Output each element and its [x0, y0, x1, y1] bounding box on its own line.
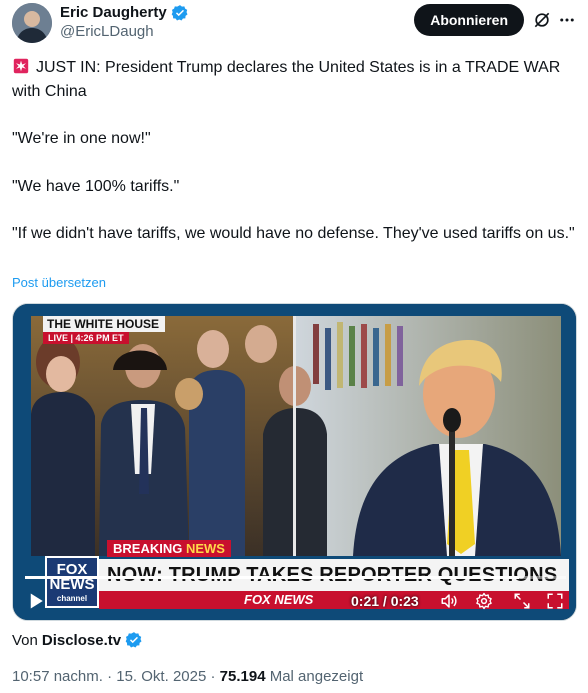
tweet-line-1-text: JUST IN: President Trump declares the Un…: [12, 59, 561, 100]
source-prefix: Von: [12, 631, 38, 649]
source-verified-badge-icon: [125, 632, 142, 648]
tweet-text: JUST IN: President Trump declares the Un…: [12, 56, 578, 246]
video-source: Von Disclose.tv: [12, 631, 143, 649]
live-badge: LIVE | 4:26 PM ET: [43, 332, 129, 344]
author-display-name-row[interactable]: Eric Daugherty: [60, 3, 189, 22]
author-names: Eric Daugherty @EricLDaugh: [60, 3, 189, 42]
news-word: NEWS: [185, 541, 225, 556]
post-time-link[interactable]: 10:57 nachm.: [12, 668, 103, 685]
meta-separator-2: ·: [210, 668, 216, 685]
live-label: LIVE: [48, 333, 69, 343]
more-options-icon[interactable]: [558, 11, 576, 29]
video-controls: 0:21 / 0:23: [13, 572, 576, 620]
translate-post-link[interactable]: Post übersetzen: [12, 275, 106, 290]
volume-icon[interactable]: [439, 592, 459, 610]
play-icon[interactable]: [27, 592, 45, 610]
siren-emoji-icon: [13, 58, 29, 74]
author-handle[interactable]: @EricLDaugh: [60, 22, 189, 42]
avatar[interactable]: [12, 3, 52, 43]
grok-icon[interactable]: [532, 10, 552, 30]
live-time: 4:26 PM ET: [75, 333, 124, 343]
video-player[interactable]: THE WHITE HOUSE LIVE | 4:26 PM ET BREAKI…: [12, 303, 577, 621]
tweet-line-2: "We're in one now!": [12, 130, 151, 147]
settings-gear-icon[interactable]: [475, 592, 493, 610]
breaking-news-banner: BREAKING NEWS: [107, 540, 231, 557]
fullscreen-icon[interactable]: [513, 592, 531, 610]
tweet-line-1: JUST IN: President Trump declares the Un…: [12, 56, 578, 103]
progress-bar[interactable]: [25, 576, 566, 579]
views-count: 75.194: [219, 668, 266, 685]
tweet-header: Eric Daugherty @EricLDaugh Abonnieren: [12, 3, 576, 43]
verified-badge-icon: [171, 4, 188, 20]
tweet-meta: 10:57 nachm. · 15. Okt. 2025 · 75.194 Ma…: [12, 668, 363, 685]
author-display-name[interactable]: Eric Daugherty: [60, 3, 167, 22]
time-display: 0:21 / 0:23: [351, 593, 419, 609]
post-date-link[interactable]: 15. Okt. 2025: [116, 668, 206, 685]
expand-icon[interactable]: [546, 592, 564, 610]
location-label: THE WHITE HOUSE: [43, 316, 166, 332]
breaking-word: BREAKING: [113, 541, 183, 556]
tweet-line-3: "We have 100% tariffs.": [12, 177, 180, 195]
source-name-link[interactable]: Disclose.tv: [42, 632, 121, 649]
views-label: Mal angezeigt: [269, 668, 364, 685]
follow-button[interactable]: Abonnieren: [414, 4, 524, 36]
tweet-line-4: "If we didn't have tariffs, we would hav…: [12, 225, 575, 242]
progress-fill: [25, 576, 519, 579]
meta-separator-1: ·: [107, 668, 113, 685]
